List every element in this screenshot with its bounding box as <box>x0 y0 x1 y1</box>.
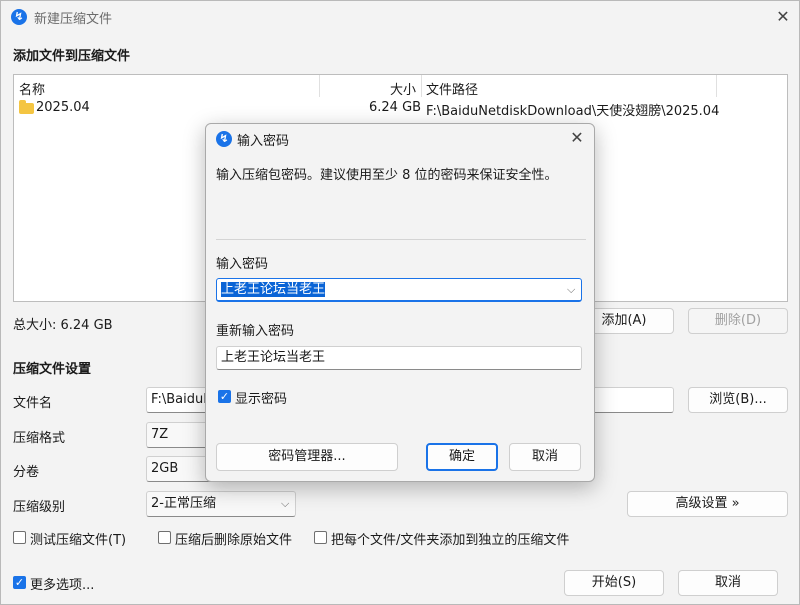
start-button[interactable]: 开始(S) <box>564 570 664 596</box>
close-icon[interactable]: ✕ <box>565 126 589 150</box>
volume-label: 分卷 <box>13 465 40 480</box>
level-label: 压缩级别 <box>13 500 66 515</box>
password-label: 输入密码 <box>216 257 269 272</box>
advanced-settings-button[interactable]: 高级设置 » <box>627 491 788 517</box>
divider <box>216 239 586 240</box>
chevron-down-icon[interactable]: ⌵ <box>567 279 575 301</box>
delete-after-label[interactable]: 压缩后删除原始文件 <box>175 529 292 548</box>
close-icon[interactable]: ✕ <box>771 5 795 29</box>
level-select[interactable]: 2-正常压缩 ⌵ <box>146 491 296 517</box>
password-input[interactable]: 上老王论坛当老王 ⌵ <box>216 278 582 302</box>
delete-after-checkbox[interactable] <box>158 531 171 544</box>
column-separator[interactable] <box>421 75 422 97</box>
title-bar: ↯ 新建压缩文件 ✕ <box>1 1 799 33</box>
dialog-cancel-button[interactable]: 取消 <box>509 443 581 471</box>
ok-button[interactable]: 确定 <box>426 443 498 471</box>
volume-value: 2GB <box>151 461 179 476</box>
chevron-down-icon: ⌵ <box>281 497 290 510</box>
row-size: 6.24 GB <box>369 100 422 115</box>
separate-archives-checkbox[interactable] <box>314 531 327 544</box>
password-value: 上老王论坛当老王 <box>221 282 326 297</box>
add-files-heading: 添加文件到压缩文件 <box>13 49 131 64</box>
show-password-label[interactable]: 显示密码 <box>235 388 287 407</box>
format-value: 7Z <box>151 427 169 442</box>
format-label: 压缩格式 <box>13 431 66 446</box>
window-title: 新建压缩文件 <box>34 12 113 27</box>
more-options-label[interactable]: 更多选项... <box>30 574 94 593</box>
test-archive-label[interactable]: 测试压缩文件(T) <box>30 529 126 548</box>
app-logo-icon: ↯ <box>216 131 232 147</box>
row-path: F:\BaiduNetdiskDownload\天使没翅膀\2025.04 <box>426 104 720 119</box>
separate-archives-label[interactable]: 把每个文件/文件夹添加到独立的压缩文件 <box>331 529 569 548</box>
confirm-password-input[interactable]: 上老王论坛当老王 <box>216 346 582 370</box>
more-options-checkbox[interactable]: ✓ <box>13 576 26 589</box>
column-header-path[interactable]: 文件路径 <box>426 79 478 98</box>
table-row[interactable]: 2025.04 6.24 GB F:\BaiduNetdiskDownload\… <box>14 97 787 119</box>
column-header-size[interactable]: 大小 <box>390 79 416 98</box>
dialog-description: 输入压缩包密码。建议使用至少 8 位的密码来保证安全性。 <box>216 168 558 183</box>
column-header-name[interactable]: 名称 <box>19 79 45 98</box>
total-size: 总大小: 6.24 GB <box>13 318 113 333</box>
cancel-button[interactable]: 取消 <box>678 570 778 596</box>
filename-label: 文件名 <box>13 396 53 411</box>
settings-heading: 压缩文件设置 <box>13 362 92 377</box>
confirm-password-label: 重新输入密码 <box>216 324 295 339</box>
password-dialog: ↯ 输入密码 ✕ 输入压缩包密码。建议使用至少 8 位的密码来保证安全性。 输入… <box>205 123 595 482</box>
level-value: 2-正常压缩 <box>151 496 216 511</box>
show-password-checkbox[interactable]: ✓ <box>218 390 231 403</box>
password-manager-button[interactable]: 密码管理器... <box>216 443 398 471</box>
folder-icon <box>19 100 34 114</box>
column-separator[interactable] <box>319 75 320 97</box>
browse-button[interactable]: 浏览(B)... <box>688 387 788 413</box>
row-name: 2025.04 <box>36 100 90 115</box>
file-list-header: 名称 大小 文件路径 <box>14 75 787 98</box>
app-logo-icon: ↯ <box>11 9 27 25</box>
test-archive-checkbox[interactable] <box>13 531 26 544</box>
delete-button[interactable]: 删除(D) <box>688 308 788 334</box>
dialog-title: 输入密码 <box>237 134 290 149</box>
column-separator[interactable] <box>716 75 717 97</box>
